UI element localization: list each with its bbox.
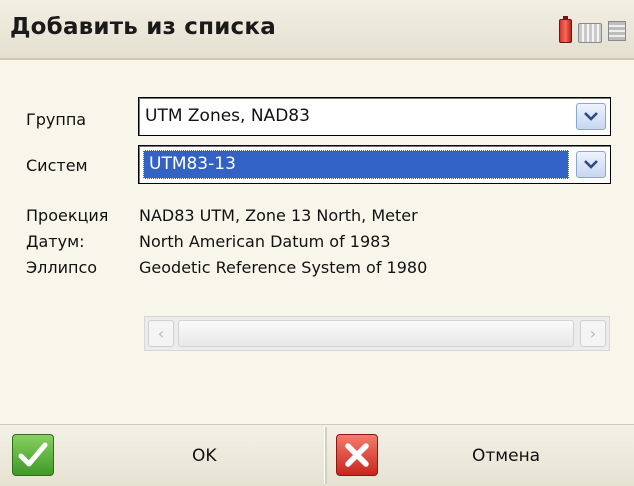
scroll-right-button[interactable]: › (580, 320, 606, 347)
chevron-left-icon: ‹ (157, 324, 165, 343)
checkmark-icon (12, 434, 54, 476)
scrollbar-thumb[interactable] (178, 320, 574, 347)
group-label: Группа (26, 110, 87, 129)
title-bar: Добавить из списка (0, 0, 634, 60)
ellipsoid-label: Эллипсо (26, 258, 98, 277)
datum-value: North American Datum of 1983 (139, 232, 391, 251)
group-value: UTM Zones, NAD83 (145, 106, 310, 126)
group-dropdown-button[interactable] (576, 103, 606, 130)
battery-icon[interactable] (559, 16, 572, 43)
system-label: Систем (26, 156, 88, 175)
close-icon (336, 434, 378, 476)
keyboard-icon[interactable] (578, 23, 602, 43)
group-combobox[interactable]: UTM Zones, NAD83 (138, 97, 611, 136)
system-tray (559, 16, 626, 44)
horizontal-scrollbar[interactable]: ‹ › (144, 316, 610, 351)
system-dropdown-button[interactable] (576, 151, 606, 178)
ellipsoid-value: Geodetic Reference System of 1980 (139, 258, 428, 277)
chevron-right-icon: › (589, 324, 597, 343)
input-panel-icon[interactable] (608, 21, 626, 41)
projection-value: NAD83 UTM, Zone 13 North, Meter (139, 206, 418, 225)
system-value: UTM83-13 (149, 154, 236, 174)
cancel-button[interactable]: Отмена (326, 425, 634, 486)
datum-label: Датум: (26, 232, 85, 251)
button-bar: OK Отмена (0, 424, 634, 486)
cancel-label: Отмена (472, 446, 541, 466)
ok-label: OK (192, 446, 217, 466)
chevron-down-icon (584, 160, 598, 169)
system-combobox[interactable]: UTM83-13 (138, 145, 611, 184)
ok-button[interactable]: OK (0, 425, 324, 486)
scroll-left-button[interactable]: ‹ (148, 320, 174, 347)
projection-label: Проекция (26, 206, 109, 225)
dialog-window: Добавить из списка Группа UTM Zones, NAD… (0, 0, 634, 486)
window-title: Добавить из списка (10, 14, 276, 40)
chevron-down-icon (584, 112, 598, 121)
